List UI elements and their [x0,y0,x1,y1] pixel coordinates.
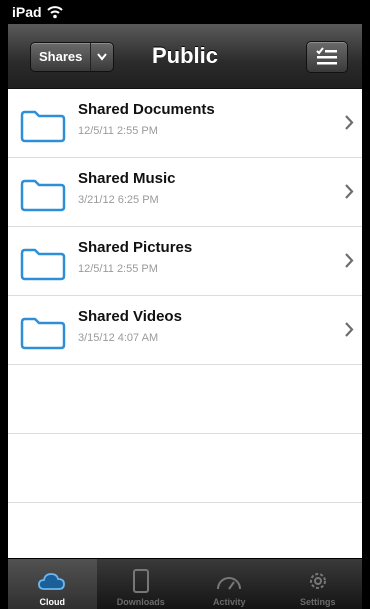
device-label: iPad [12,4,42,20]
item-name: Shared Pictures [78,239,193,256]
folder-list: Shared Documents 12/5/11 2:55 PM Shared … [8,89,362,572]
item-date: 3/21/12 6:25 PM [78,194,159,206]
gauge-icon [217,577,242,590]
tab-label: Cloud [39,597,66,607]
wifi-icon [46,6,63,19]
chevron-down-icon [90,43,113,71]
chevron-right-icon [345,115,354,130]
cloud-icon [38,573,66,590]
tab-settings[interactable]: Settings [274,559,363,609]
chevron-right-icon [345,253,354,268]
item-date: 12/5/11 2:55 PM [78,263,158,275]
status-bar: iPad [8,0,362,24]
empty-row [8,434,362,503]
item-date: 3/15/12 4:07 AM [78,332,159,344]
folder-icon [20,248,66,281]
list-item[interactable]: Shared Documents 12/5/11 2:55 PM [8,89,362,158]
chevron-right-icon [345,322,354,337]
tab-label: Downloads [116,597,165,607]
app-screen: iPad Shares Public Shared Documents 12/5… [8,0,362,609]
item-name: Shared Documents [78,101,215,118]
folder-icon [20,317,66,350]
shares-label: Shares [39,49,83,64]
chevron-right-icon [345,184,354,199]
tab-cloud[interactable]: Cloud [8,559,97,609]
page-title: Public [151,43,218,68]
tab-bar: Cloud Downloads Activity Settings [8,558,362,609]
folder-icon [20,179,66,212]
tab-activity[interactable]: Activity [185,559,274,609]
shares-dropdown-button[interactable]: Shares [30,42,115,72]
checklist-icon [316,47,337,65]
folder-icon [20,110,66,143]
edit-list-button[interactable] [306,41,348,73]
item-name: Shared Videos [78,308,182,325]
list-item[interactable]: Shared Pictures 12/5/11 2:55 PM [8,227,362,296]
tab-downloads[interactable]: Downloads [97,559,186,609]
list-item[interactable]: Shared Videos 3/15/12 4:07 AM [8,296,362,365]
gear-icon [309,573,326,589]
navigation-bar: Shares Public [8,24,362,89]
tab-label: Settings [299,597,336,607]
tablet-icon [132,569,149,593]
item-name: Shared Music [78,170,176,187]
list-item[interactable]: Shared Music 3/21/12 6:25 PM [8,158,362,227]
empty-row [8,365,362,434]
item-date: 12/5/11 2:55 PM [78,125,158,137]
tab-label: Activity [212,597,246,607]
